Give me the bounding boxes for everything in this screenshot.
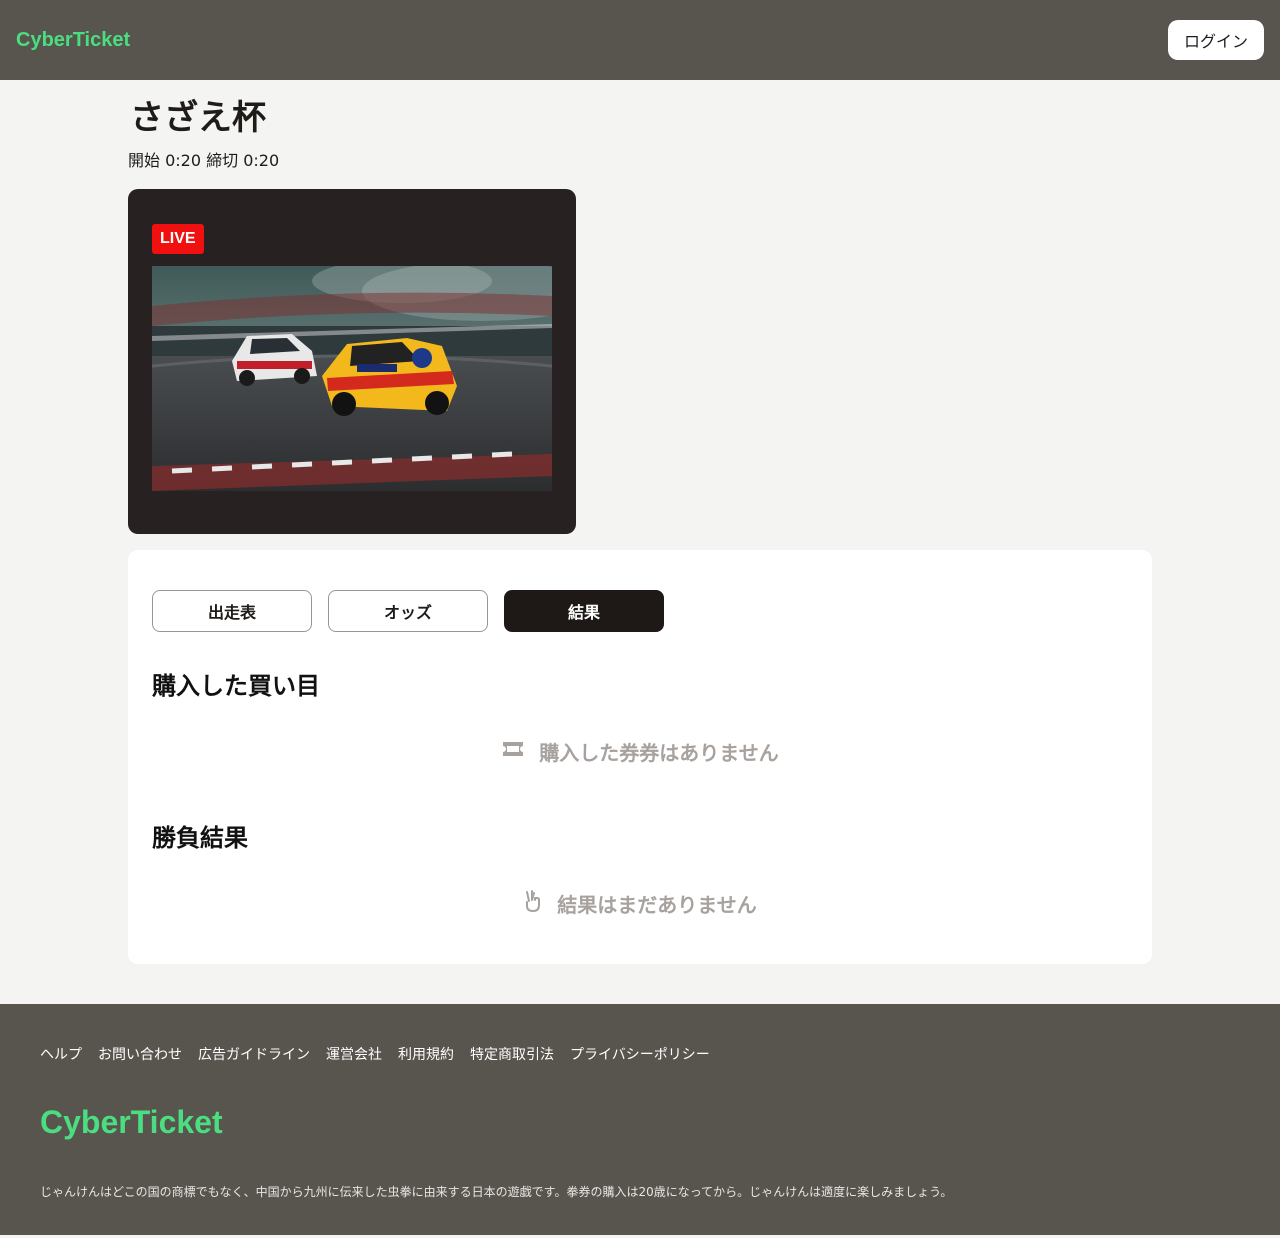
- hand-peace-icon: [523, 889, 543, 918]
- footer-link-ad-guidelines[interactable]: 広告ガイドライン: [198, 1044, 310, 1064]
- footer-link-company[interactable]: 運営会社: [326, 1044, 382, 1064]
- purchased-empty-text: 購入した券券はありません: [539, 740, 779, 765]
- results-section-title: 勝負結果: [152, 823, 248, 852]
- purchased-section-title: 購入した買い目: [152, 671, 320, 700]
- tab-results[interactable]: 結果: [504, 589, 664, 632]
- footer-link-privacy[interactable]: プライバシーポリシー: [570, 1044, 710, 1064]
- header-logo[interactable]: CyberTicket: [16, 29, 130, 52]
- event-times: 開始 0:20 締切 0:20: [128, 150, 280, 170]
- footer-links: ヘルプ お問い合わせ 広告ガイドライン 運営会社 利用規約 特定商取引法 プライ…: [40, 1044, 1240, 1064]
- footer-link-terms[interactable]: 利用規約: [398, 1044, 454, 1064]
- top-header: CyberTicket ログイン: [0, 0, 1280, 80]
- tab-entries[interactable]: 出走表: [152, 589, 312, 632]
- results-empty-text: 結果はまだありません: [557, 892, 757, 917]
- ticket-icon: [501, 739, 525, 763]
- footer-link-help[interactable]: ヘルプ: [40, 1044, 82, 1064]
- results-empty-state: 結果はまだありません: [152, 889, 1128, 918]
- live-badge: LIVE: [152, 223, 204, 254]
- bet-panel: 出走表 オッズ 結果 購入した買い目 購入した券券はありません 勝負結果 結果は…: [128, 549, 1152, 964]
- tab-bar: 出走表 オッズ 結果: [152, 589, 1128, 632]
- page-title: さざえ杯: [130, 98, 266, 138]
- login-button[interactable]: ログイン: [1167, 20, 1264, 60]
- live-stream-video[interactable]: [152, 265, 552, 491]
- purchased-empty-state: 購入した券券はありません: [152, 737, 1128, 766]
- footer: ヘルプ お問い合わせ 広告ガイドライン 運営会社 利用規約 特定商取引法 プライ…: [0, 1003, 1280, 1235]
- footer-disclaimer: じゃんけんはどこの国の商標でもなく、中国から九州に伝来した虫拳に由来する日本の遊…: [40, 1184, 953, 1199]
- tab-odds[interactable]: オッズ: [328, 589, 488, 632]
- main-content: さざえ杯 開始 0:20 締切 0:20 LIVE 出走表 オッズ 結果 購入し…: [128, 80, 1152, 964]
- footer-link-commerce-law[interactable]: 特定商取引法: [470, 1044, 554, 1064]
- footer-logo[interactable]: CyberTicket: [40, 1104, 1240, 1141]
- footer-link-contact[interactable]: お問い合わせ: [98, 1044, 182, 1064]
- rally-cars-image: [152, 265, 552, 491]
- live-stream-card: LIVE: [128, 188, 576, 534]
